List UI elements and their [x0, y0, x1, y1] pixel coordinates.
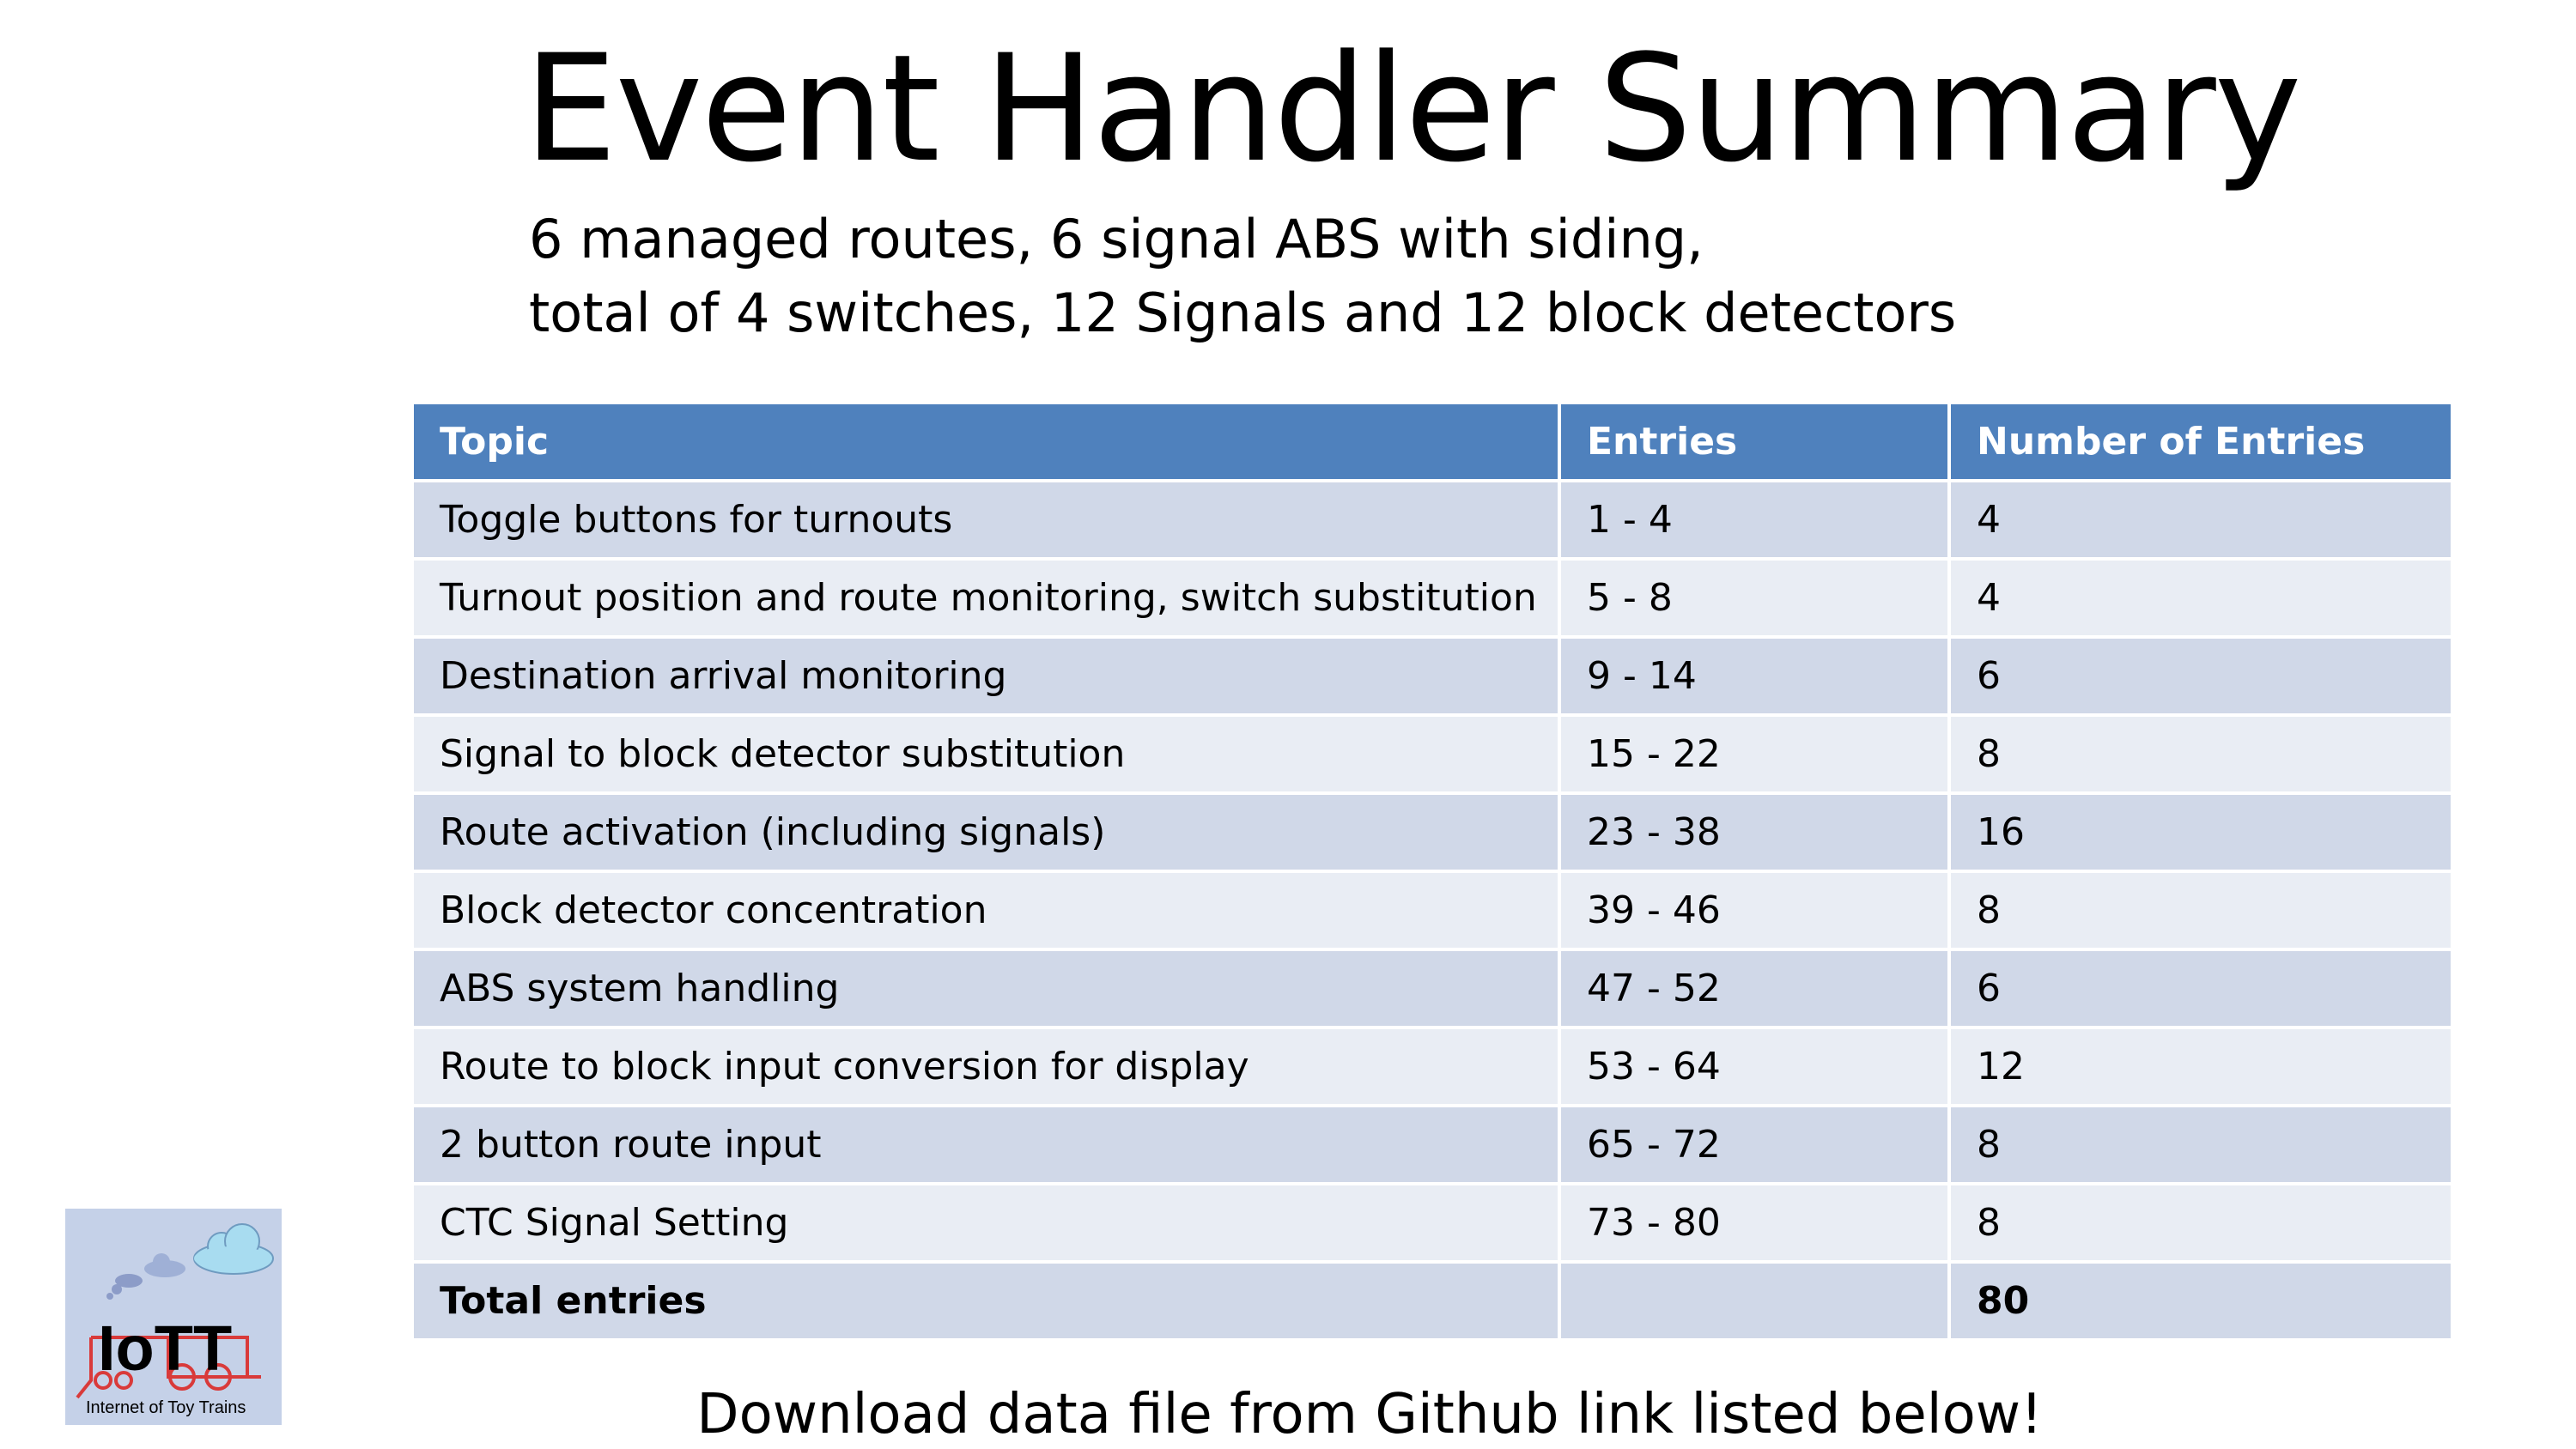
cell-topic: Toggle buttons for turnouts — [410, 479, 1561, 561]
cell-topic: Route activation (including signals) — [410, 791, 1561, 873]
cell-entries: 1 - 4 — [1558, 479, 1951, 561]
table-row: ABS system handling 47 - 52 6 — [410, 948, 2454, 1029]
event-handler-table: Topic Entries Number of Entries Toggle b… — [410, 401, 2454, 1342]
cell-topic: 2 button route input — [410, 1104, 1561, 1185]
table-header-row: Topic Entries Number of Entries — [410, 401, 2454, 482]
column-header-topic: Topic — [410, 401, 1561, 482]
cell-topic: ABS system handling — [410, 948, 1561, 1029]
table-row: Signal to block detector substitution 15… — [410, 713, 2454, 795]
slide-subtitle: 6 managed routes, 6 signal ABS with sidi… — [529, 203, 1956, 350]
cell-total-entries — [1558, 1260, 1951, 1342]
cell-entries: 53 - 64 — [1558, 1026, 1951, 1107]
cell-count: 8 — [1947, 713, 2454, 795]
column-header-number-of-entries: Number of Entries — [1947, 401, 2454, 482]
table-row: Route activation (including signals) 23 … — [410, 791, 2454, 873]
cell-total-label: Total entries — [410, 1260, 1561, 1342]
cell-entries: 23 - 38 — [1558, 791, 1951, 873]
table-row: Turnout position and route monitoring, s… — [410, 557, 2454, 639]
cell-count: 16 — [1947, 791, 2454, 873]
table-row: Block detector concentration 39 - 46 8 — [410, 870, 2454, 951]
cell-count: 6 — [1947, 635, 2454, 717]
cloud-icon — [193, 1223, 274, 1275]
cell-entries: 73 - 80 — [1558, 1182, 1951, 1264]
cell-entries: 9 - 14 — [1558, 635, 1951, 717]
cell-topic: Signal to block detector substitution — [410, 713, 1561, 795]
cell-entries: 5 - 8 — [1558, 557, 1951, 639]
cell-entries: 47 - 52 — [1558, 948, 1951, 1029]
table-row: CTC Signal Setting 73 - 80 8 — [410, 1182, 2454, 1264]
cell-topic: Destination arrival monitoring — [410, 635, 1561, 717]
cell-topic: Route to block input conversion for disp… — [410, 1026, 1561, 1107]
table-row: 2 button route input 65 - 72 8 — [410, 1104, 2454, 1185]
table-row: Destination arrival monitoring 9 - 14 6 — [410, 635, 2454, 717]
cell-count: 8 — [1947, 1182, 2454, 1264]
slide-title: Event Handler Summary — [524, 22, 2302, 195]
logo-wordmark: IoTT — [98, 1313, 232, 1384]
column-header-entries: Entries — [1558, 401, 1951, 482]
cell-topic: Block detector concentration — [410, 870, 1561, 951]
iott-logo: IoTT Internet of Toy Trains — [65, 1209, 282, 1425]
cell-count: 6 — [1947, 948, 2454, 1029]
cell-count: 12 — [1947, 1026, 2454, 1107]
cell-entries: 15 - 22 — [1558, 713, 1951, 795]
download-note: Download data file from Github link list… — [696, 1383, 2043, 1446]
cell-count: 4 — [1947, 479, 2454, 561]
cell-topic: CTC Signal Setting — [410, 1182, 1561, 1264]
cell-total-count: 80 — [1947, 1260, 2454, 1342]
small-cloud-icon — [106, 1253, 185, 1300]
cell-entries: 65 - 72 — [1558, 1104, 1951, 1185]
iott-logo-graphic: IoTT Internet of Toy Trains — [76, 1223, 274, 1417]
cell-topic: Turnout position and route monitoring, s… — [410, 557, 1561, 639]
table-row: Toggle buttons for turnouts 1 - 4 4 — [410, 479, 2454, 561]
subtitle-line-1: 6 managed routes, 6 signal ABS with sidi… — [529, 208, 1704, 270]
cell-count: 8 — [1947, 1104, 2454, 1185]
subtitle-line-2: total of 4 switches, 12 Signals and 12 b… — [529, 282, 1957, 344]
logo-caption: Internet of Toy Trains — [86, 1398, 246, 1417]
cell-count: 8 — [1947, 870, 2454, 951]
cell-count: 4 — [1947, 557, 2454, 639]
cell-entries: 39 - 46 — [1558, 870, 1951, 951]
table-total-row: Total entries 80 — [410, 1260, 2454, 1342]
table-row: Route to block input conversion for disp… — [410, 1026, 2454, 1107]
